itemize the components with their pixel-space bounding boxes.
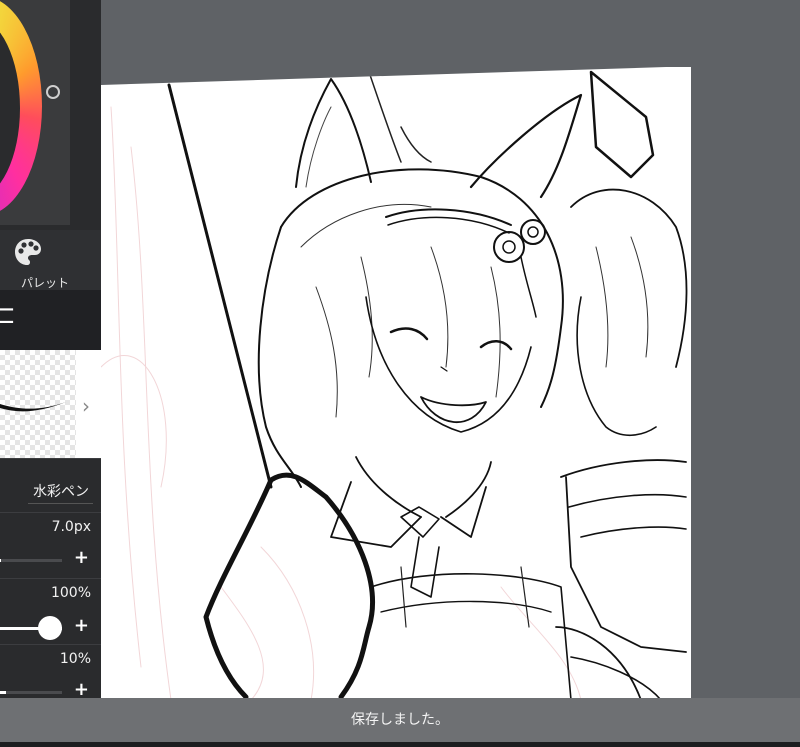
opacity-plus-button[interactable]: + bbox=[74, 615, 89, 636]
chevron-right-icon[interactable]: › bbox=[82, 394, 90, 418]
brush-name-row[interactable]: 水彩ペン bbox=[0, 458, 101, 513]
bottom-toolbar-strip bbox=[0, 742, 800, 747]
brush-size-value: 7.0px bbox=[51, 519, 91, 535]
brush-stroke-preview bbox=[0, 402, 66, 412]
brush-size-slider[interactable] bbox=[0, 559, 62, 562]
palette-tab[interactable]: パレット bbox=[0, 230, 101, 290]
toast-message: 保存しました。 bbox=[351, 712, 449, 728]
setting-3-slider[interactable] bbox=[0, 691, 62, 694]
setting-3-fill bbox=[0, 691, 6, 694]
brush-preview[interactable]: › bbox=[0, 350, 101, 458]
line-art-drawing bbox=[101, 70, 688, 700]
opacity-value: 100% bbox=[50, 585, 91, 601]
color-wheel[interactable] bbox=[0, 0, 70, 225]
brush-name: 水彩ペン bbox=[33, 484, 89, 500]
hue-knob[interactable] bbox=[46, 85, 60, 99]
brush-size-plus-button[interactable]: + bbox=[74, 547, 89, 568]
setting-3-value: 10% bbox=[59, 651, 91, 667]
palette-icon bbox=[15, 239, 41, 265]
setting-3-plus-button[interactable]: + bbox=[74, 679, 89, 700]
tool-sidebar: パレット ⊏ › 水彩ペン 7.0px + 100% + 10% + bbox=[0, 0, 101, 747]
opacity-slider-thumb[interactable] bbox=[38, 616, 62, 640]
toast-notification: 保存しました。 bbox=[0, 698, 800, 742]
tool-header-icon: ⊏ bbox=[0, 300, 16, 330]
artboard[interactable] bbox=[101, 67, 691, 700]
brush-size-row: 7.0px + bbox=[0, 512, 101, 579]
tool-header[interactable]: ⊏ bbox=[0, 290, 101, 350]
brush-name-underline bbox=[28, 503, 93, 504]
canvas-area[interactable] bbox=[101, 0, 800, 700]
brush-size-fill bbox=[0, 559, 1, 562]
opacity-row: 100% + bbox=[0, 578, 101, 645]
palette-label: パレット bbox=[20, 276, 69, 290]
